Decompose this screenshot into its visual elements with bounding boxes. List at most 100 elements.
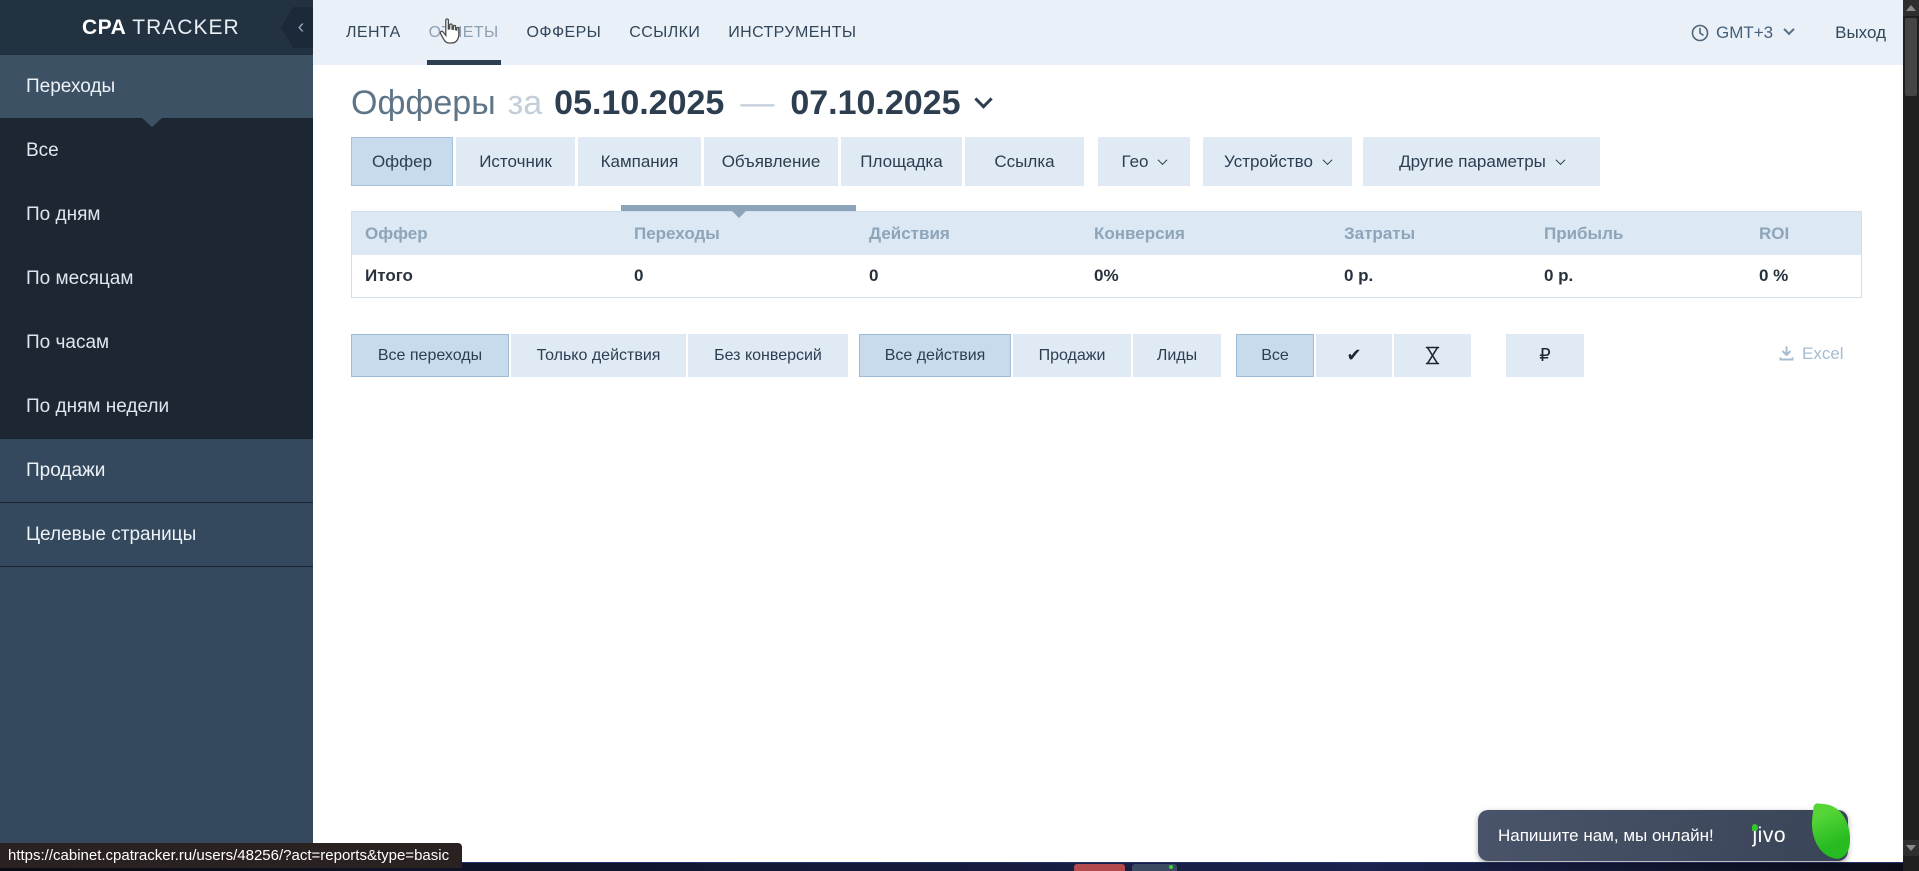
sidebar-item-landing-pages[interactable]: Целевые страницы — [0, 503, 313, 567]
dropdown-label: Устройство — [1224, 152, 1313, 172]
column-header-costs[interactable]: Затраты — [1331, 212, 1531, 255]
scrollbar-thumb[interactable] — [1905, 18, 1917, 96]
report-table: Оффер Переходы Действия Конверсия Затрат… — [351, 211, 1862, 298]
filter-only-actions[interactable]: Только действия — [511, 334, 686, 377]
totals-roi: 0 % — [1746, 255, 1861, 297]
dropdown-label: Другие параметры — [1399, 152, 1546, 172]
column-label: ROI — [1759, 224, 1789, 244]
filter-label: Все действия — [885, 347, 986, 365]
tab-reports[interactable]: ОТЧЕТЫ — [429, 0, 499, 65]
filter-status-pending[interactable] — [1394, 334, 1471, 377]
timezone-selector[interactable]: GMT+3 — [1691, 23, 1793, 43]
chevron-down-icon[interactable] — [974, 90, 992, 108]
filter-label: Все переходы — [378, 347, 482, 365]
dimension-tab-link[interactable]: Ссылка — [965, 137, 1084, 186]
tab-label: Площадка — [860, 152, 942, 172]
sidebar-item-label: Целевые страницы — [26, 524, 196, 546]
report-title[interactable]: Офферы за 05.10.2025 — 07.10.2025 — [351, 84, 990, 123]
filter-status-approved[interactable]: ✔ — [1316, 334, 1392, 377]
ruble-icon: ₽ — [1539, 345, 1550, 366]
column-label: Переходы — [634, 224, 720, 244]
tab-links[interactable]: ССЫЛКИ — [629, 0, 700, 65]
tab-feed[interactable]: ЛЕНТА — [346, 0, 401, 65]
report-preposition: за — [508, 84, 543, 123]
sidebar-collapse-button[interactable]: ‹ — [281, 7, 313, 48]
tab-offers[interactable]: ОФФЕРЫ — [527, 0, 602, 65]
logo-area: CPA TRACKER ‹ — [0, 0, 313, 55]
logo-bold: CPA — [82, 16, 126, 39]
tab-tools[interactable]: ИНСТРУМЕНТЫ — [728, 0, 856, 65]
top-nav: ЛЕНТА ОТЧЕТЫ ОФФЕРЫ ССЫЛКИ ИНСТРУМЕНТЫ — [313, 0, 884, 65]
topbar: ЛЕНТА ОТЧЕТЫ ОФФЕРЫ ССЫЛКИ ИНСТРУМЕНТЫ G… — [313, 0, 1903, 65]
filter-currency-ruble[interactable]: ₽ — [1506, 334, 1584, 377]
column-header-offer[interactable]: Оффер — [352, 212, 621, 255]
dimension-tab-placement[interactable]: Площадка — [841, 137, 962, 186]
filter-status-all[interactable]: Все — [1236, 334, 1314, 377]
filter-all-transitions[interactable]: Все переходы — [351, 334, 509, 377]
filter-label: Без конверсий — [714, 347, 822, 365]
filter-sales[interactable]: Продажи — [1013, 334, 1131, 377]
dropdown-label: Гео — [1122, 152, 1149, 172]
date-to: 07.10.2025 — [790, 84, 960, 123]
sidebar-item-all[interactable]: Все — [0, 119, 313, 183]
sidebar-item-by-days[interactable]: По дням — [0, 183, 313, 247]
totals-costs: 0 р. — [1331, 255, 1531, 297]
logout-button[interactable]: Выход — [1835, 23, 1886, 43]
tab-label: ОФФЕРЫ — [527, 24, 602, 42]
jivo-leaf-icon — [1808, 803, 1853, 860]
device-dropdown[interactable]: Устройство — [1203, 137, 1352, 186]
column-header-roi[interactable]: ROI — [1746, 212, 1861, 255]
chat-message: Напишите нам, мы онлайн! — [1498, 826, 1714, 846]
page-scrollbar[interactable] — [1903, 0, 1919, 871]
totals-actions: 0 — [856, 255, 1081, 297]
geo-dropdown[interactable]: Гео — [1098, 137, 1190, 186]
tab-label: ЛЕНТА — [346, 24, 401, 42]
scroll-up-button[interactable] — [1903, 0, 1919, 16]
sidebar-item-label: Продажи — [26, 460, 105, 482]
hourglass-icon — [1424, 346, 1441, 365]
sidebar-item-label: По месяцам — [26, 268, 133, 290]
triangle-up-icon — [1906, 5, 1916, 11]
sidebar-item-by-weekdays[interactable]: По дням недели — [0, 375, 313, 439]
filter-label: Лиды — [1157, 347, 1197, 365]
check-icon: ✔ — [1346, 345, 1361, 366]
filter-label: Только действия — [537, 347, 661, 365]
logo-rest: TRACKER — [132, 16, 239, 39]
chevron-down-icon — [1555, 155, 1565, 165]
column-header-actions[interactable]: Действия — [856, 212, 1081, 255]
sidebar-item-by-hours[interactable]: По часам — [0, 311, 313, 375]
chat-widget[interactable]: Напишите нам, мы онлайн! jivo — [1478, 810, 1848, 861]
jivo-logo: jivo — [1752, 824, 1786, 848]
clock-icon — [1691, 24, 1709, 42]
dimension-tab-source[interactable]: Источник — [456, 137, 575, 186]
tab-label: Ссылка — [994, 152, 1054, 172]
dimension-tab-campaign[interactable]: Кампания — [578, 137, 701, 186]
dimension-tab-offer[interactable]: Оффер — [351, 137, 453, 186]
sidebar-item-transitions[interactable]: Переходы — [0, 55, 313, 119]
tab-label: Кампания — [601, 152, 679, 172]
sidebar-nav: Переходы Все По дням По месяцам По часам… — [0, 55, 313, 567]
filter-label: Продажи — [1039, 347, 1106, 365]
column-header-profit[interactable]: Прибыль — [1531, 212, 1746, 255]
tab-label: Оффер — [372, 152, 432, 172]
chevron-left-icon: ‹ — [298, 16, 305, 39]
other-params-dropdown[interactable]: Другие параметры — [1363, 137, 1600, 186]
tab-label: Источник — [479, 152, 552, 172]
dimension-tab-ad[interactable]: Объявление — [704, 137, 838, 186]
sidebar-item-by-months[interactable]: По месяцам — [0, 247, 313, 311]
logout-label: Выход — [1835, 23, 1886, 42]
scroll-down-button[interactable] — [1903, 840, 1919, 856]
filter-leads[interactable]: Лиды — [1133, 334, 1221, 377]
filter-no-conversions[interactable]: Без конверсий — [688, 334, 848, 377]
chevron-down-icon — [1158, 155, 1168, 165]
column-label: Прибыль — [1544, 224, 1623, 244]
filter-all-actions[interactable]: Все действия — [859, 334, 1011, 377]
export-excel-link[interactable]: Excel — [1778, 344, 1844, 364]
bottom-gray-chip — [1132, 864, 1177, 871]
app-logo[interactable]: CPA TRACKER — [82, 16, 240, 40]
bottom-red-chip — [1074, 864, 1125, 871]
column-header-transitions[interactable]: Переходы — [621, 212, 856, 255]
sidebar-item-sales[interactable]: Продажи — [0, 439, 313, 503]
column-header-conversion[interactable]: Конверсия — [1081, 212, 1331, 255]
column-label: Затраты — [1344, 224, 1415, 244]
